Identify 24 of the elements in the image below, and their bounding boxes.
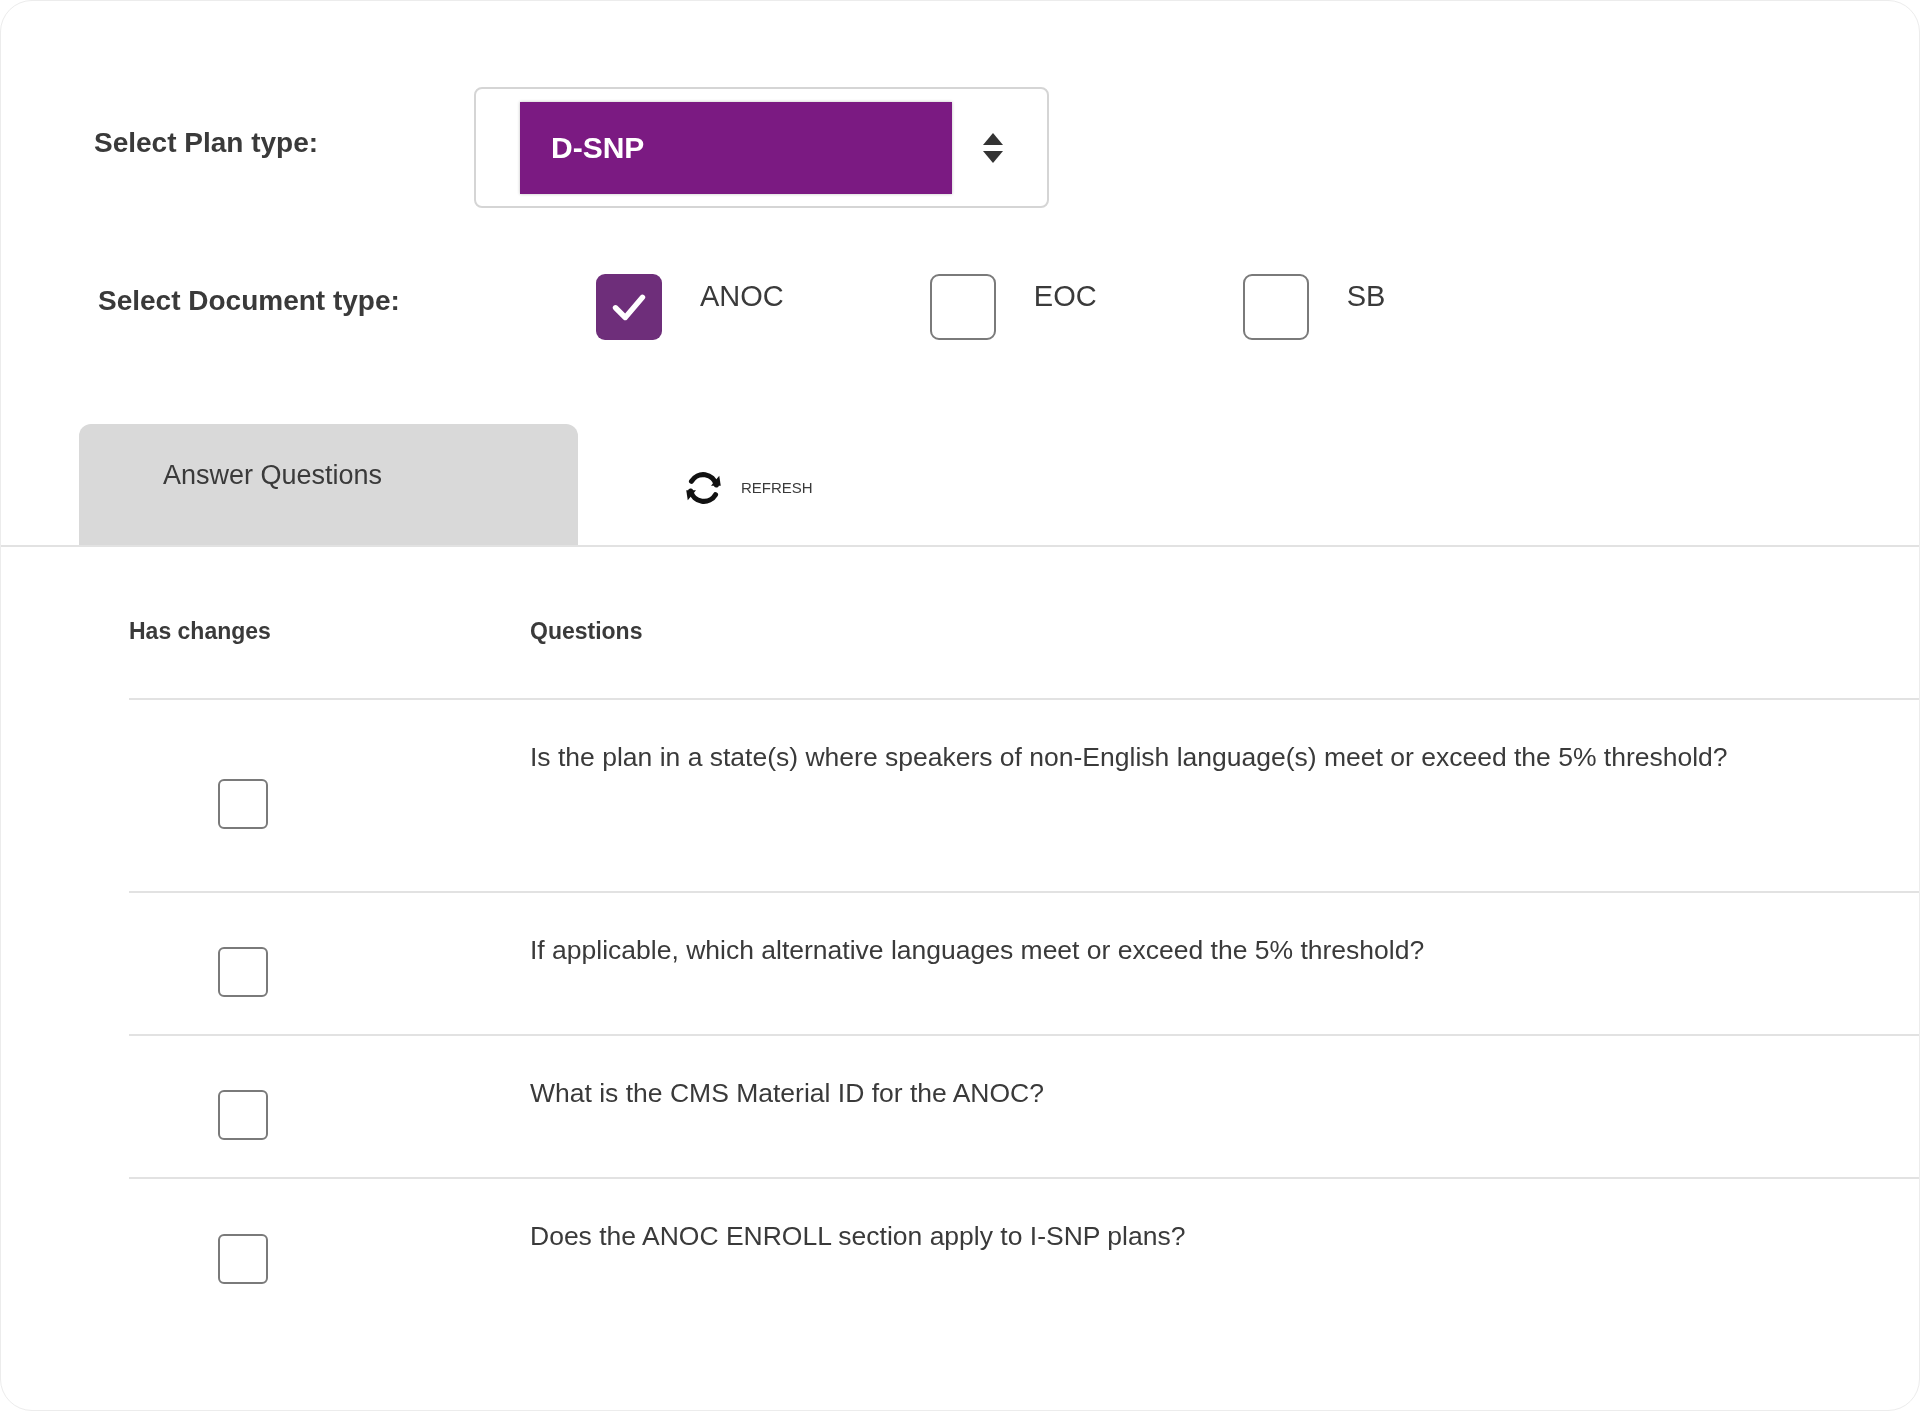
tab[interactable]: Answer Questions	[79, 424, 578, 545]
checkbox[interactable]	[218, 1233, 268, 1284]
checkbox[interactable]	[218, 778, 268, 829]
checkbox-label: SB	[1346, 279, 1386, 314]
plan-type-dropdown[interactable]: D-SNP	[474, 87, 1049, 208]
column-header: Questions	[530, 618, 643, 644]
refresh-button[interactable]: REFRESH	[684, 470, 813, 506]
checkbox-label: ANOC	[700, 279, 784, 314]
refresh-icon	[684, 470, 723, 506]
up-down-arrows-icon	[983, 132, 1003, 163]
checkbox[interactable]	[218, 946, 268, 997]
question-text: What is the CMS Material ID for the ANOC?	[530, 1078, 1044, 1108]
selected-value: D-SNP	[520, 101, 952, 194]
checkbox-label: EOC	[1033, 279, 1097, 314]
question-text: Is the plan in a state(s) where speakers of non-English language(s) meet or exceed the 5% threshold?	[530, 742, 1728, 772]
checkbox[interactable]	[929, 274, 996, 340]
field-label: Select Plan type:	[94, 125, 320, 160]
question-text: If applicable, which alternative languages meet or exceed the 5% threshold?	[530, 935, 1425, 965]
field-label: Select Document type:	[98, 284, 401, 318]
checkbox[interactable]	[596, 274, 662, 340]
question-text: Does the ANOC ENROLL section apply to I-SNP plans?	[530, 1221, 1186, 1251]
checkbox[interactable]	[1242, 274, 1309, 340]
column-header: Has changes	[129, 618, 271, 644]
checkbox[interactable]	[218, 1089, 268, 1140]
